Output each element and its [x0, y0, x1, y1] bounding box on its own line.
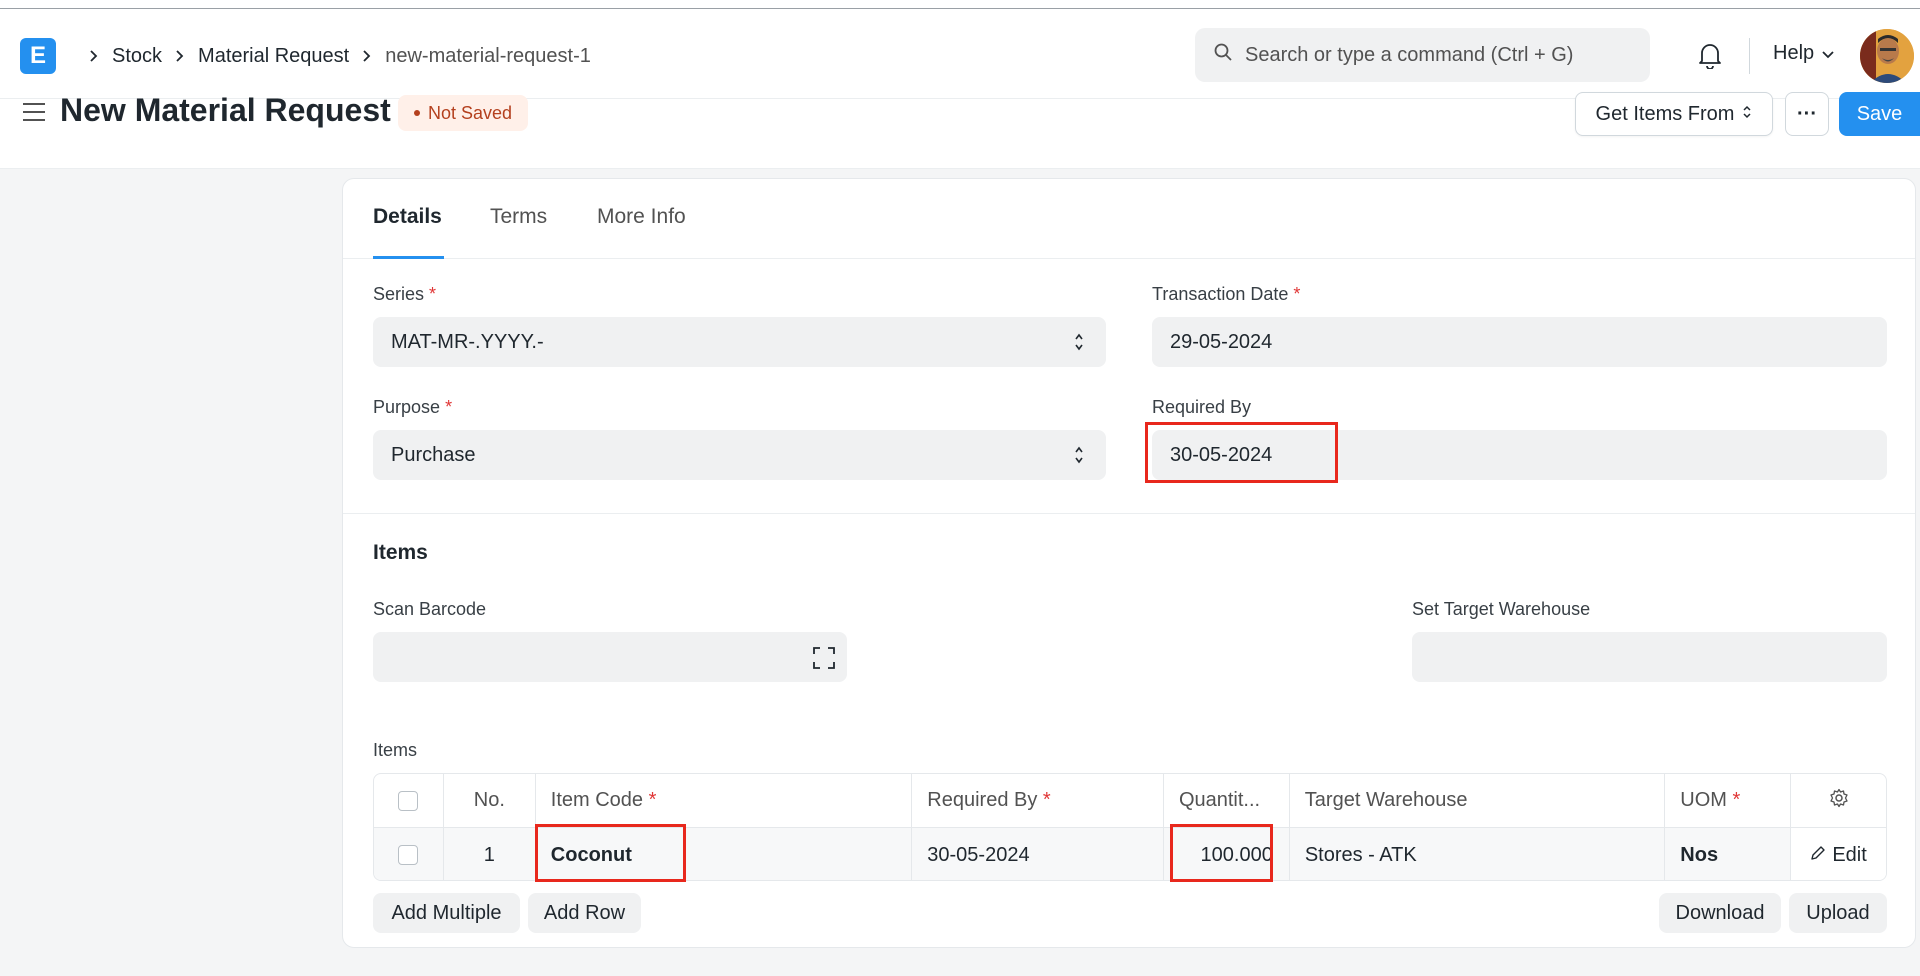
tab-more-info[interactable]: More Info [597, 205, 686, 229]
row-edit-label: Edit [1832, 843, 1867, 866]
header-item-code-text: Item Code [550, 789, 644, 811]
set-target-warehouse-label: Set Target Warehouse [1412, 599, 1591, 619]
row-uom[interactable]: Nos [1665, 828, 1792, 880]
series-value: MAT-MR-.YYYY.- [391, 330, 544, 353]
column-settings-cell [1791, 774, 1886, 827]
upload-button[interactable]: Upload [1789, 893, 1887, 933]
select-arrows-icon [1074, 444, 1084, 472]
transaction-date-label: Transaction Date * [1152, 284, 1300, 305]
row-checkbox-cell [374, 828, 444, 880]
window-top-edge [0, 0, 1920, 9]
series-label-text: Series [373, 284, 425, 304]
navbar-divider [1749, 38, 1750, 74]
purpose-label-text: Purpose [373, 397, 441, 417]
header-uom: UOM * [1665, 774, 1792, 827]
series-select[interactable]: MAT-MR-.YYYY.- [373, 317, 1106, 367]
row-target-warehouse[interactable]: Stores - ATK [1290, 828, 1666, 880]
header-item-code: Item Code * [536, 774, 913, 827]
header-required-by: Required By * [912, 774, 1164, 827]
highlight-box [1170, 824, 1273, 882]
scan-barcode-label: Scan Barcode [373, 599, 487, 619]
help-dropdown[interactable]: Help [1773, 42, 1834, 65]
breadcrumb-material-request[interactable]: Material Request [198, 45, 349, 68]
series-label: Series * [373, 284, 436, 305]
search-icon [1213, 42, 1245, 68]
row-checkbox[interactable] [398, 845, 419, 865]
chevron-right-icon [175, 49, 185, 63]
highlight-box [535, 824, 686, 882]
set-target-warehouse-input[interactable] [1412, 632, 1887, 682]
transaction-date-field[interactable]: 29-05-2024 [1152, 317, 1887, 367]
add-row-button[interactable]: Add Row [528, 893, 641, 933]
table-header: No. Item Code * Required By * Quantit...… [374, 774, 1886, 828]
pencil-icon [1810, 844, 1826, 867]
chevron-down-icon [1822, 42, 1834, 65]
tab-terms[interactable]: Terms [490, 205, 547, 229]
add-multiple-button[interactable]: Add Multiple [373, 893, 520, 933]
items-section-title: Items [373, 541, 428, 564]
purpose-value: Purchase [391, 443, 476, 466]
purpose-select[interactable]: Purchase [373, 430, 1106, 480]
tab-bar: Details Terms More Info [343, 179, 1915, 259]
required-mark: * [1293, 284, 1301, 304]
required-mark: * [429, 284, 437, 304]
purpose-label: Purpose * [373, 397, 452, 418]
tab-details[interactable]: Details [373, 205, 442, 229]
page-title: New Material Request [60, 92, 391, 128]
more-actions-button[interactable]: ··· [1785, 92, 1829, 136]
breadcrumb: Stock Material Request new-material-requ… [76, 39, 591, 73]
avatar[interactable] [1860, 29, 1914, 83]
gear-icon[interactable] [1829, 788, 1849, 814]
header-quantity: Quantit... [1164, 774, 1290, 827]
search-placeholder: Search or type a command (Ctrl + G) [1245, 43, 1574, 66]
chevron-right-icon [362, 49, 372, 63]
row-required-by[interactable]: 30-05-2024 [912, 828, 1164, 880]
highlight-box [1145, 422, 1338, 483]
select-all-checkbox[interactable] [398, 790, 419, 811]
required-mark: * [1042, 789, 1051, 811]
transaction-date-value: 29-05-2024 [1170, 330, 1273, 353]
status-badge: Not Saved [398, 95, 529, 131]
required-mark: * [648, 789, 657, 811]
items-table-label: Items [373, 740, 418, 760]
required-mark: * [1732, 789, 1741, 811]
section-divider [343, 513, 1915, 514]
download-button[interactable]: Download [1659, 893, 1781, 933]
status-dot [414, 110, 420, 116]
search-input[interactable]: Search or type a command (Ctrl + G) [1195, 28, 1650, 82]
header-no: No. [444, 774, 536, 827]
header-uom-text: UOM [1680, 789, 1727, 811]
help-label: Help [1773, 42, 1815, 64]
status-label: Not Saved [428, 102, 513, 123]
chevron-right-icon [89, 49, 99, 63]
header-target-warehouse: Target Warehouse [1290, 774, 1666, 827]
header-required-by-text: Required By [927, 789, 1038, 811]
transaction-date-label-text: Transaction Date [1152, 284, 1289, 304]
navbar: E Stock Material Request new-material-re… [0, 9, 1920, 99]
bell-icon[interactable] [1697, 41, 1723, 74]
menu-icon[interactable] [22, 102, 46, 127]
scan-barcode-input[interactable] [373, 632, 847, 682]
breadcrumb-current: new-material-request-1 [385, 44, 591, 67]
row-edit-button[interactable]: Edit [1791, 828, 1886, 880]
save-button[interactable]: Save [1839, 92, 1920, 136]
row-no: 1 [444, 828, 536, 880]
header-checkbox-cell [374, 774, 444, 827]
required-by-label: Required By [1152, 397, 1252, 417]
scan-icon[interactable] [813, 647, 835, 675]
breadcrumb-stock[interactable]: Stock [112, 45, 162, 68]
active-tab-indicator [373, 256, 444, 259]
app-logo[interactable]: E [20, 38, 56, 74]
select-arrows-icon [1074, 331, 1084, 359]
select-arrows-icon [1742, 103, 1752, 126]
required-mark: * [445, 397, 453, 417]
form-card: Details Terms More Info Series * MAT-MR-… [342, 178, 1916, 948]
get-items-label: Get Items From [1595, 102, 1735, 125]
get-items-from-button[interactable]: Get Items From [1575, 92, 1773, 136]
